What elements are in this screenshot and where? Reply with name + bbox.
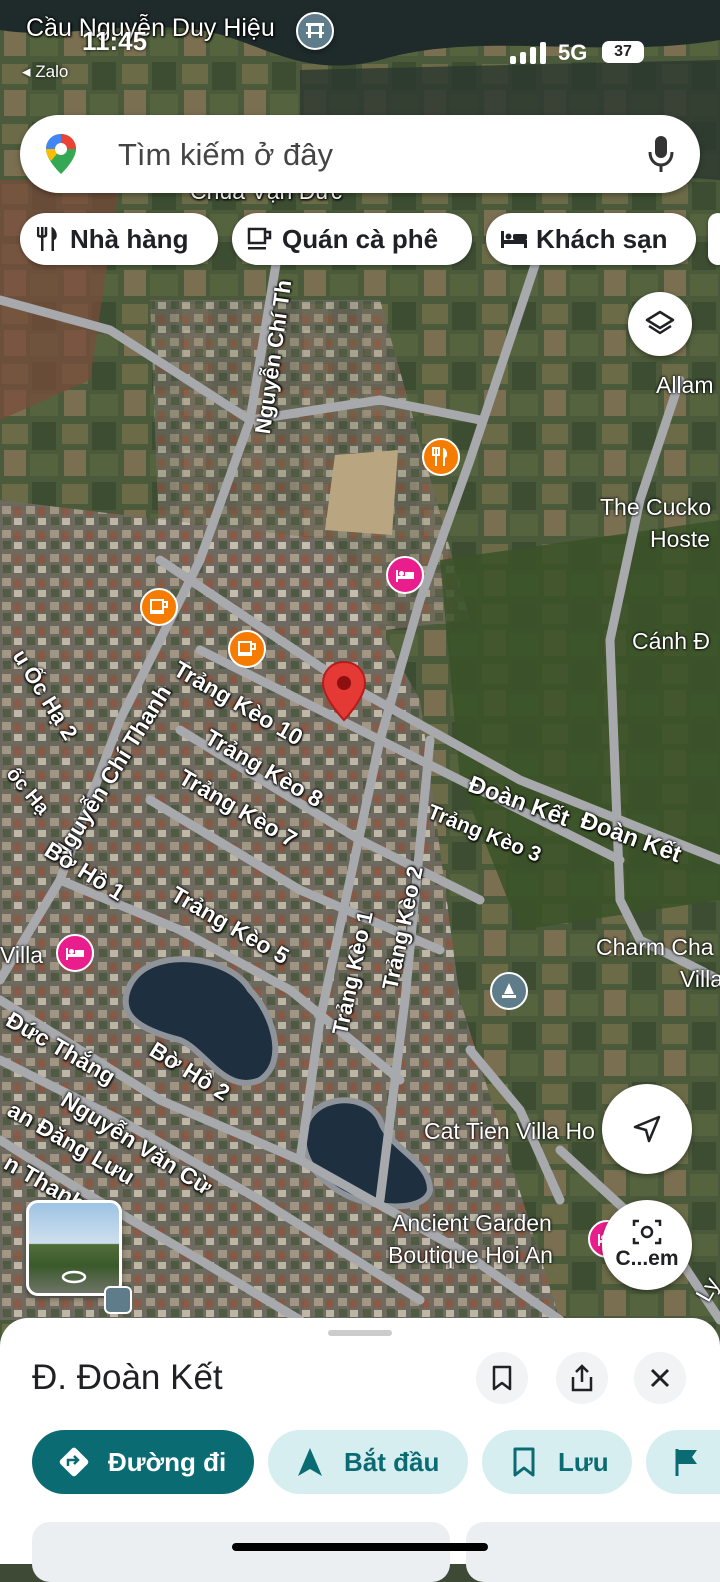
signal-icon [510,42,548,64]
cafe-poi-icon[interactable] [140,588,178,626]
rotate-360-icon [61,1270,87,1284]
navigation-arrow-icon [633,1115,661,1143]
landmark-poi-icon[interactable] [490,972,528,1010]
status-bar: 11:45 ◂ Zalo 5G 37 [0,0,720,90]
google-maps-logo-icon [46,134,76,174]
share-button[interactable] [556,1352,608,1404]
home-indicator[interactable] [232,1543,488,1551]
layers-icon [645,310,675,335]
close-icon [650,1368,670,1388]
place-label-boutique: Boutique Hoi An [388,1242,553,1268]
sheet-drag-handle[interactable] [328,1330,392,1336]
chip-more[interactable] [708,213,720,265]
camera-label: C...em [615,1247,679,1270]
bed-icon [500,225,528,253]
info-card[interactable] [32,1522,450,1582]
place-label-hostel: Hoste [650,526,711,552]
layers-button[interactable] [628,292,692,356]
flag-icon [670,1444,704,1480]
chip-restaurants[interactable]: Nhà hàng [20,213,218,265]
back-to-app-link[interactable]: ◂ Zalo [22,62,68,82]
street-view-thumbnail[interactable] [26,1200,122,1296]
place-label-canh: Cánh Đ [632,628,710,654]
save-label: Lưu [558,1446,609,1477]
location-pin-icon[interactable] [320,660,368,722]
place-label-allam: Allam [656,372,714,398]
camera-lens-icon [632,1219,662,1245]
place-label-charm-villa: Villa [680,966,720,992]
navigation-arrow-icon [292,1444,328,1480]
directions-label: Đường đi [108,1446,227,1477]
fork-knife-icon [34,225,62,253]
start-label: Bắt đầu [344,1446,440,1477]
microphone-icon[interactable] [648,135,674,173]
hotel-poi-icon[interactable] [386,556,424,594]
bus-stop-icon[interactable] [104,1286,132,1314]
chip-hotels[interactable]: Khách sạn [486,213,696,265]
start-button[interactable]: Bắt đầu [268,1430,468,1494]
hotel-poi-icon[interactable] [56,934,94,972]
info-card[interactable] [466,1522,720,1582]
coffee-cup-icon [246,225,274,253]
search-bar[interactable]: Tìm kiếm ở đây [20,115,700,193]
close-button[interactable] [634,1352,686,1404]
place-label-cuckoo: The Cucko [600,494,712,520]
bookmark-icon [506,1444,542,1480]
search-input[interactable]: Tìm kiếm ở đây [118,137,333,173]
status-time: 11:45 [82,26,148,56]
my-location-button[interactable] [602,1084,692,1174]
restaurant-poi-icon[interactable] [422,438,460,476]
bookmark-icon [492,1365,512,1391]
share-icon [571,1364,593,1392]
chip-label: Khách sạn [536,223,668,254]
place-label-villa: Villa [0,942,44,968]
chip-label: Nhà hàng [70,223,189,254]
chip-cafes[interactable]: Quán cà phê [232,213,472,265]
directions-button[interactable]: Đường đi [32,1430,254,1494]
network-type: 5G [558,40,588,65]
label-button[interactable] [646,1430,720,1494]
place-label-cat-tien: Cat Tien Villa Ho [424,1118,595,1144]
place-label-charm: Charm Cha [596,934,714,960]
place-label-ancient-garden: Ancient Garden [392,1210,552,1236]
camera-search-button[interactable]: C...em [602,1200,692,1290]
chip-label: Quán cà phê [282,223,439,254]
save-icon-button[interactable] [476,1352,528,1404]
cafe-poi-icon[interactable] [228,630,266,668]
place-title: Đ. Đoàn Kết [32,1358,223,1397]
directions-icon [56,1444,92,1480]
battery-icon: 37 [602,41,644,63]
save-button[interactable]: Lưu [482,1430,632,1494]
